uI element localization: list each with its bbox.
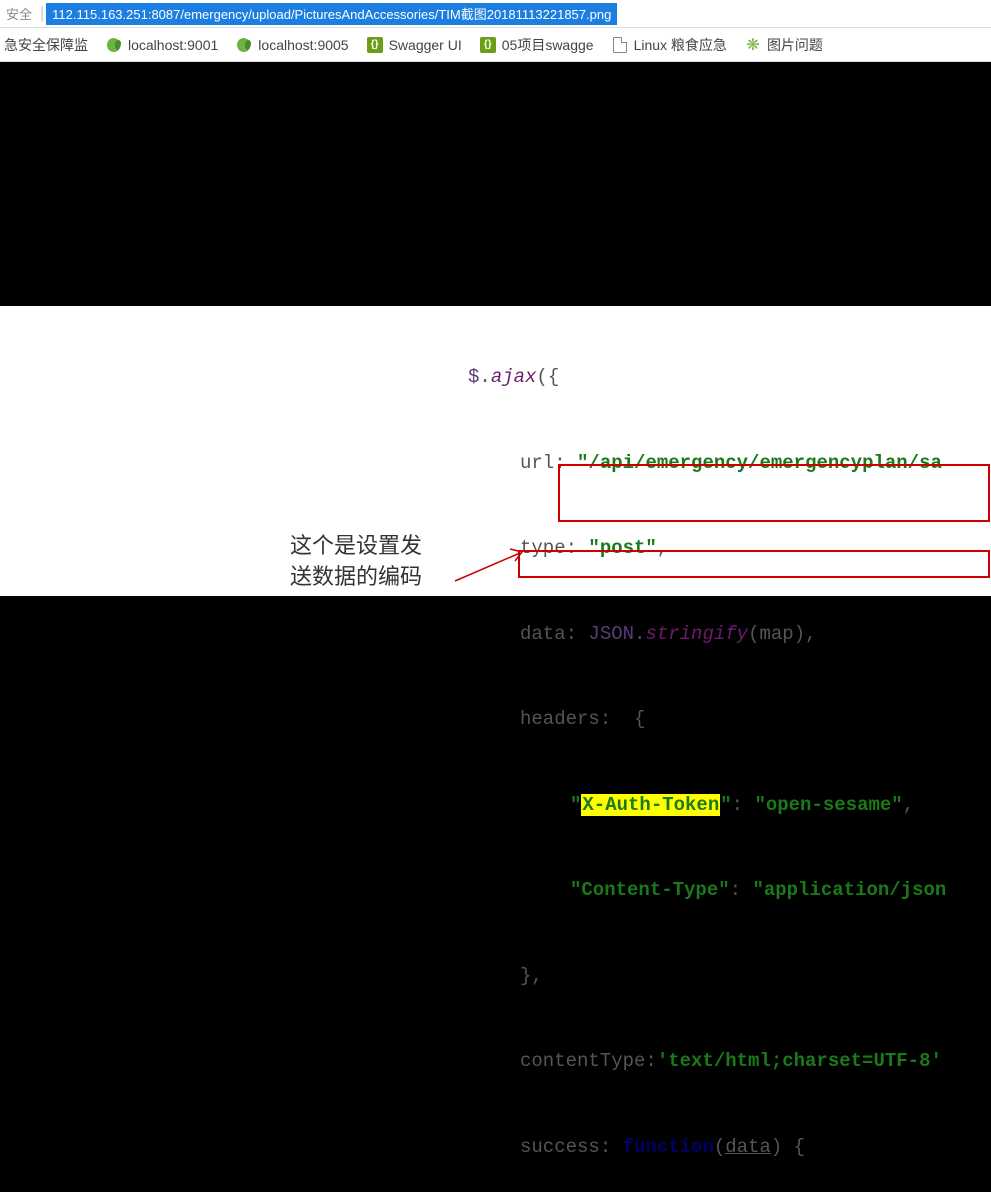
highlight-x-auth-token: X-Auth-Token [581, 794, 720, 816]
bookmarks-bar: 急安全保障监 localhost:9001 localhost:9005 {} … [0, 28, 991, 62]
red-box-contenttype [518, 550, 990, 578]
document-icon [612, 37, 628, 53]
annotation-text: 这个是设置发 送数据的编码 [290, 531, 422, 593]
spring-leaf-icon [236, 37, 252, 53]
bookmark-item-5[interactable]: Linux 粮食应急 [612, 35, 727, 55]
bookmark-label: localhost:9005 [258, 37, 348, 53]
address-bar: 安全 | 112.115.163.251:8087/emergency/uplo… [0, 0, 991, 28]
secure-label: 安全 [0, 4, 38, 23]
bookmark-label: 05项目swagge [502, 35, 594, 55]
bookmark-item-0[interactable]: 急安全保障监 [4, 35, 88, 55]
swagger-icon: {} [480, 37, 496, 53]
red-box-headers [558, 464, 990, 522]
spring-leaf-icon [106, 37, 122, 53]
document-content: 这个是设置发 送数据的编码 $.ajax({ url: "/api/emerge… [0, 306, 991, 596]
bookmark-label: localhost:9001 [128, 37, 218, 53]
bookmark-item-1[interactable]: localhost:9001 [106, 37, 218, 53]
left-margin [0, 306, 230, 596]
bookmark-item-4[interactable]: {} 05项目swagge [480, 35, 594, 55]
bookmark-label: 急安全保障监 [4, 35, 88, 55]
bookmark-label: Swagger UI [389, 37, 462, 53]
divider: | [38, 5, 46, 23]
bookmark-item-3[interactable]: {} Swagger UI [367, 37, 462, 53]
bookmark-item-6[interactable]: ❋ 图片问题 [745, 35, 823, 55]
swagger-icon: {} [367, 37, 383, 53]
code-snippet: $.ajax({ url: "/api/emergency/emergencyp… [440, 306, 946, 1192]
bookmark-label: Linux 粮食应急 [634, 35, 727, 55]
bookmark-item-2[interactable]: localhost:9005 [236, 37, 348, 53]
gear-icon: ❋ [745, 37, 761, 53]
image-viewer-background [0, 62, 991, 306]
bookmark-label: 图片问题 [767, 35, 823, 55]
annotation-line2: 送数据的编码 [290, 562, 422, 593]
url-input[interactable]: 112.115.163.251:8087/emergency/upload/Pi… [46, 3, 617, 25]
annotation-line1: 这个是设置发 [290, 531, 422, 562]
